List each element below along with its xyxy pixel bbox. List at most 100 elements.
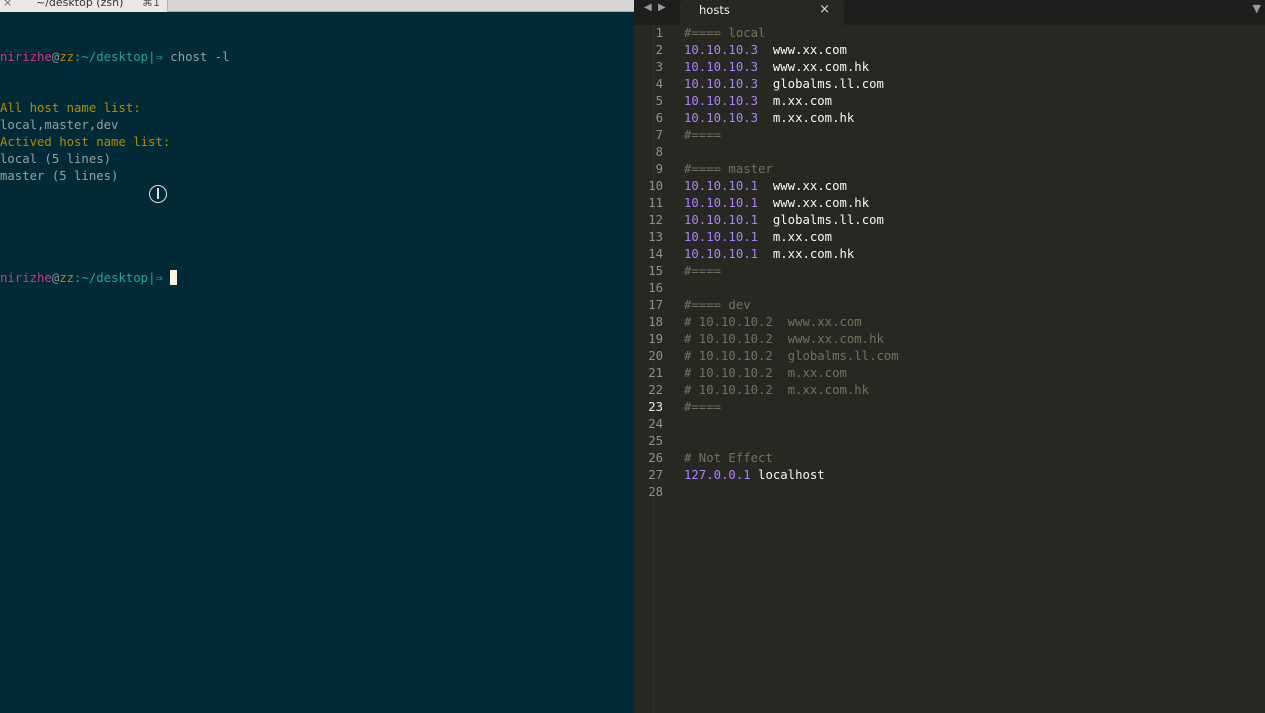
line-number: 6 bbox=[655, 111, 663, 125]
line-content: 10.10.10.1 www.xx.com bbox=[684, 178, 847, 195]
line-content: #==== bbox=[684, 399, 721, 416]
line-content: 10.10.10.1 www.xx.com.hk bbox=[684, 195, 869, 212]
command-output: All host name list: local,master,dev Activ… bbox=[0, 100, 634, 185]
line-number: 8 bbox=[655, 145, 663, 159]
comment-text: # 10.10.10.2 www.xx.com bbox=[684, 315, 862, 329]
code-line[interactable]: 28 bbox=[634, 484, 1265, 501]
comment-text: #==== bbox=[684, 264, 722, 278]
ip-address: 10.10.10.3 bbox=[684, 60, 759, 74]
mouse-cursor-icon bbox=[149, 185, 167, 203]
line-number: 16 bbox=[648, 281, 663, 295]
nav-forward-icon[interactable]: ▶ bbox=[658, 2, 666, 13]
line-number: 7 bbox=[655, 128, 663, 142]
code-line[interactable]: 14 10.10.10.1 m.xx.com.hk bbox=[634, 246, 1265, 263]
close-icon[interactable]: × bbox=[819, 2, 830, 17]
ip-address: 10.10.10.3 bbox=[684, 111, 759, 125]
code-line[interactable]: 15 #==== bbox=[634, 263, 1265, 280]
code-line[interactable]: 19 # 10.10.10.2 www.xx.com.hk bbox=[634, 331, 1265, 348]
line-number: 3 bbox=[655, 60, 663, 74]
code-line[interactable]: 24 bbox=[634, 416, 1265, 433]
line-content: 10.10.10.3 m.xx.com bbox=[684, 93, 832, 110]
ip-address: 10.10.10.1 bbox=[684, 213, 759, 227]
line-content: 10.10.10.1 m.xx.com bbox=[684, 229, 832, 246]
output-line: All host name list: bbox=[0, 101, 141, 115]
code-line[interactable]: 8 bbox=[634, 144, 1265, 161]
prompt-path: :~/desktop|⇒ bbox=[74, 271, 171, 285]
terminal-tab-bar: × ~/desktop (zsh) ⌘1 bbox=[0, 0, 634, 12]
prompt-user: nirizhe bbox=[0, 271, 52, 285]
tab-hosts[interactable]: hosts × bbox=[680, 0, 844, 25]
ip-address: 10.10.10.1 bbox=[684, 230, 759, 244]
ip-address: 10.10.10.3 bbox=[684, 94, 759, 108]
ip-address: 10.10.10.1 bbox=[684, 179, 759, 193]
prompt-line-current[interactable]: nirizhe@zz:~/desktop|⇒ bbox=[0, 270, 634, 287]
close-icon[interactable]: × bbox=[3, 0, 12, 9]
terminal-window[interactable]: × ~/desktop (zsh) ⌘1 nirizhe@zz:~/deskto… bbox=[0, 0, 634, 713]
line-content: 10.10.10.3 www.xx.com.hk bbox=[684, 59, 869, 76]
line-number: 4 bbox=[655, 77, 663, 91]
code-line[interactable]: 3 10.10.10.3 www.xx.com.hk bbox=[634, 59, 1265, 76]
code-line[interactable]: 7 #==== bbox=[634, 127, 1265, 144]
code-line[interactable]: 4 10.10.10.3 globalms.ll.com bbox=[634, 76, 1265, 93]
terminal-tab-title: ~/desktop (zsh) bbox=[36, 0, 124, 9]
terminal-output[interactable]: nirizhe@zz:~/desktop|⇒ chost -l All host… bbox=[0, 15, 634, 321]
code-line[interactable]: 17 #==== dev bbox=[634, 297, 1265, 314]
line-content: #==== bbox=[684, 127, 721, 144]
code-line[interactable]: 11 10.10.10.1 www.xx.com.hk bbox=[634, 195, 1265, 212]
code-line[interactable]: 20 # 10.10.10.2 globalms.ll.com bbox=[634, 348, 1265, 365]
code-line[interactable]: 27 127.0.0.1 localhost bbox=[634, 467, 1265, 484]
line-content: # 10.10.10.2 m.xx.com bbox=[684, 365, 847, 382]
comment-text: #==== dev bbox=[684, 298, 751, 312]
ip-address: 10.10.10.1 bbox=[684, 247, 759, 261]
line-content: 10.10.10.1 m.xx.com.hk bbox=[684, 246, 854, 263]
code-line[interactable]: 5 10.10.10.3 m.xx.com bbox=[634, 93, 1265, 110]
hostname: m.xx.com bbox=[772, 230, 833, 244]
comment-text: # 10.10.10.2 m.xx.com bbox=[684, 366, 847, 380]
ip-address: 10.10.10.3 bbox=[684, 43, 759, 57]
hostname: www.xx.com.hk bbox=[772, 60, 870, 74]
line-content: 10.10.10.3 www.xx.com bbox=[684, 42, 847, 59]
hostname: localhost bbox=[758, 468, 825, 482]
line-number: 2 bbox=[655, 43, 663, 57]
line-content: 10.10.10.1 globalms.ll.com bbox=[684, 212, 884, 229]
line-content: #==== bbox=[684, 263, 721, 280]
tab-menu-icon[interactable]: ▼ bbox=[1253, 2, 1261, 15]
line-number: 27 bbox=[648, 468, 663, 482]
code-line[interactable]: 25 bbox=[634, 433, 1265, 450]
nav-back-icon[interactable]: ◀ bbox=[644, 2, 652, 13]
line-content: #==== local bbox=[684, 25, 765, 42]
line-content: # 10.10.10.2 www.xx.com.hk bbox=[684, 331, 884, 348]
line-number: 22 bbox=[648, 383, 663, 397]
code-line[interactable]: 10 10.10.10.1 www.xx.com bbox=[634, 178, 1265, 195]
code-line[interactable]: 26 # Not Effect bbox=[634, 450, 1265, 467]
hostname: m.xx.com bbox=[772, 94, 833, 108]
code-line[interactable]: 6 10.10.10.3 m.xx.com.hk bbox=[634, 110, 1265, 127]
code-line[interactable]: 18 # 10.10.10.2 www.xx.com bbox=[634, 314, 1265, 331]
prompt-line: nirizhe@zz:~/desktop|⇒ chost -l bbox=[0, 49, 634, 66]
code-line[interactable]: 16 bbox=[634, 280, 1265, 297]
prompt-user: nirizhe bbox=[0, 50, 52, 64]
code-line[interactable]: 22 # 10.10.10.2 m.xx.com.hk bbox=[634, 382, 1265, 399]
code-line[interactable]: 13 10.10.10.1 m.xx.com bbox=[634, 229, 1265, 246]
comment-text: # Not Effect bbox=[684, 451, 773, 465]
comment-text: #==== bbox=[684, 128, 722, 142]
code-line[interactable]: 1 #==== local bbox=[634, 25, 1265, 42]
hostname: www.xx.com.hk bbox=[772, 196, 870, 210]
code-line[interactable]: 23 #==== bbox=[634, 399, 1265, 416]
line-number: 11 bbox=[648, 196, 663, 210]
line-number: 19 bbox=[648, 332, 663, 346]
line-number: 24 bbox=[648, 417, 663, 431]
hostname: m.xx.com.hk bbox=[772, 247, 855, 261]
code-line[interactable]: 21 # 10.10.10.2 m.xx.com bbox=[634, 365, 1265, 382]
code-line[interactable]: 2 10.10.10.3 www.xx.com bbox=[634, 42, 1265, 59]
hostname: m.xx.com.hk bbox=[772, 111, 855, 125]
prompt-path: :~/desktop|⇒ bbox=[74, 50, 171, 64]
output-line: local,master,dev bbox=[0, 118, 119, 132]
code-line[interactable]: 9 #==== master bbox=[634, 161, 1265, 178]
code-area[interactable]: 1 #==== local 2 10.10.10.3 www.xx.com 3 10.10… bbox=[634, 25, 1265, 501]
code-line[interactable]: 12 10.10.10.1 globalms.ll.com bbox=[634, 212, 1265, 229]
editor-window[interactable]: ◀ ▶ hosts × ▼ 1 #==== local 2 10.10.10.3 ww… bbox=[634, 0, 1265, 713]
line-number: 14 bbox=[648, 247, 663, 261]
terminal-tab[interactable]: × ~/desktop (zsh) ⌘1 bbox=[0, 0, 168, 12]
hostname: www.xx.com bbox=[772, 179, 847, 193]
